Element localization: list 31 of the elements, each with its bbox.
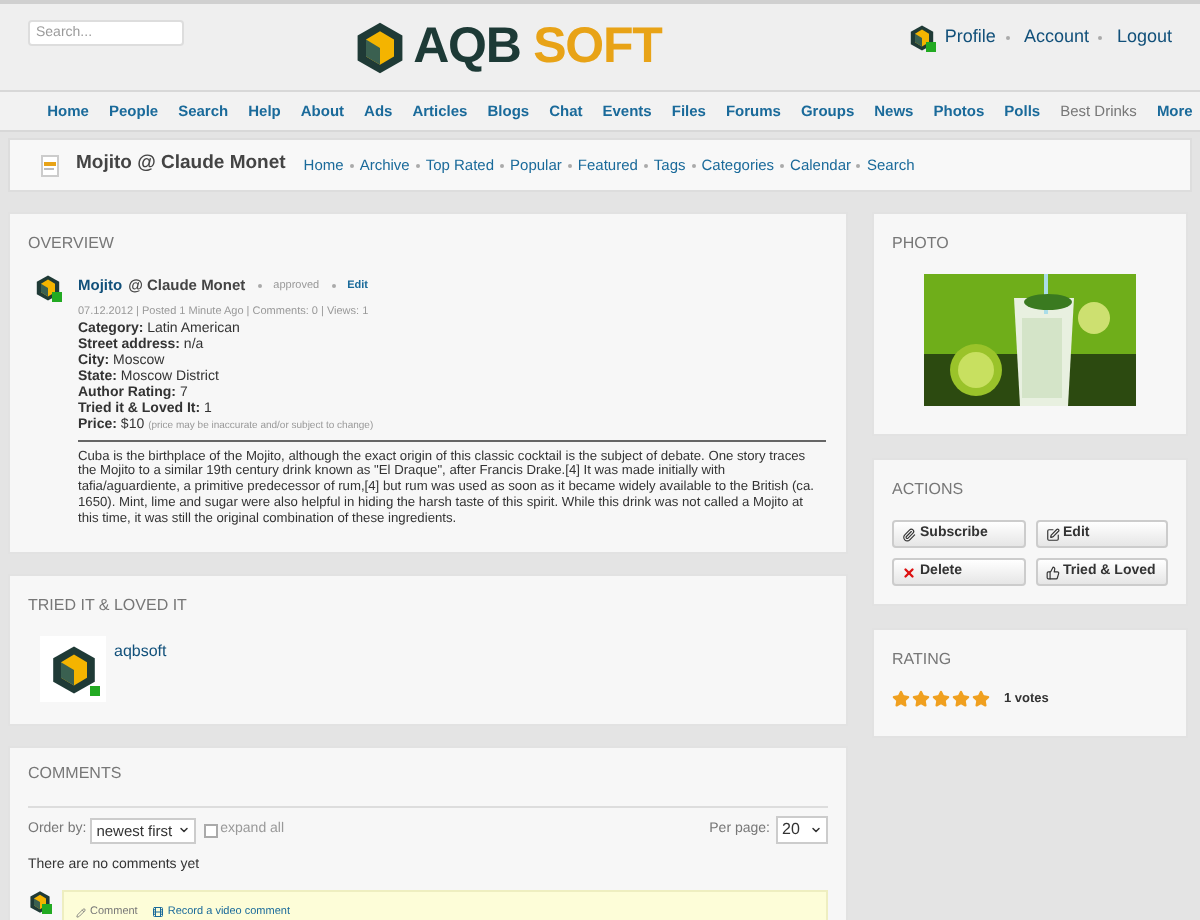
logo-text: AQB SOFT xyxy=(413,22,662,72)
pencil-icon xyxy=(76,907,86,918)
dropdown-icon xyxy=(810,824,822,837)
expand-checkbox[interactable] xyxy=(204,823,219,838)
per-page-select[interactable]: 20 xyxy=(776,816,828,845)
dropdown-icon xyxy=(178,824,191,837)
star-icon xyxy=(952,690,970,709)
edit-icon xyxy=(1045,527,1059,541)
user-link[interactable]: Account xyxy=(1023,23,1089,51)
document-icon xyxy=(38,153,62,177)
panel-heading: OVERVIEW xyxy=(28,232,116,256)
film-icon xyxy=(151,906,164,919)
star-icon xyxy=(892,690,910,709)
star-icon xyxy=(972,690,990,709)
rating-stars[interactable] xyxy=(892,690,990,709)
panel-heading: COMMENTS xyxy=(28,762,124,787)
star-icon xyxy=(932,690,950,709)
panel-heading: PHOTO xyxy=(892,232,951,256)
panel-heading: ACTIONS xyxy=(892,478,966,502)
thumbs-up-icon xyxy=(1045,565,1059,579)
user-link[interactable]: Profile xyxy=(944,23,996,51)
panel-heading: RATING xyxy=(892,648,954,672)
user-link[interactable]: Logout xyxy=(1116,23,1172,51)
close-icon xyxy=(902,565,916,579)
logo-icon xyxy=(356,21,402,73)
page-title: Mojito @ Claude Monet xyxy=(76,150,286,179)
panel-heading: TRIED IT & LOVED IT xyxy=(28,594,189,619)
avatar-icon xyxy=(52,646,94,694)
paperclip-icon xyxy=(902,527,916,541)
user-link[interactable]: aqbsoft xyxy=(114,640,167,703)
star-icon xyxy=(912,690,930,709)
